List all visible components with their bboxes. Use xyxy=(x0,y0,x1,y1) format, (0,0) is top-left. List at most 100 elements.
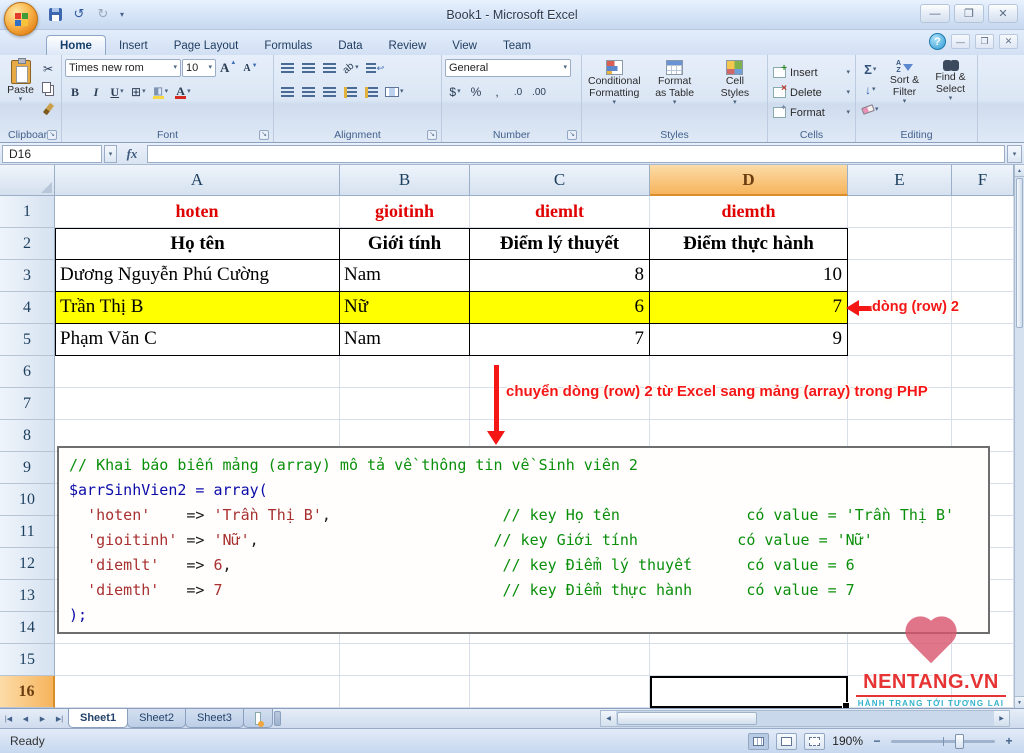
help-icon[interactable]: ? xyxy=(929,33,946,50)
format-as-table-button[interactable]: Format as Table ▾ xyxy=(646,57,704,128)
number-dialog-launcher[interactable]: ↘ xyxy=(567,130,577,140)
column-header-D[interactable]: D xyxy=(650,165,848,196)
cell-B2[interactable]: Giới tính xyxy=(340,228,470,260)
zoom-out-button[interactable]: − xyxy=(870,734,884,748)
close-button[interactable]: ✕ xyxy=(988,4,1018,23)
increase-indent-button[interactable] xyxy=(361,83,381,102)
insert-cells-button[interactable]: Insert▾ xyxy=(771,63,852,82)
cell-C4[interactable]: 6 xyxy=(470,292,650,324)
cell-A6[interactable] xyxy=(55,356,340,388)
row-header-10[interactable]: 10 xyxy=(0,484,55,516)
cell-E3[interactable] xyxy=(848,260,952,292)
cell-C16[interactable] xyxy=(470,676,650,708)
cell-D3[interactable]: 10 xyxy=(650,260,848,292)
sheet-tab-sheet1[interactable]: Sheet1 xyxy=(68,709,128,728)
row-header-2[interactable]: 2 xyxy=(0,228,55,260)
row-header-12[interactable]: 12 xyxy=(0,548,55,580)
sheet-tab-sheet2[interactable]: Sheet2 xyxy=(127,709,186,728)
conditional-formatting-button[interactable]: Conditional Formatting ▾ xyxy=(585,57,644,128)
formula-bar-expand-button[interactable]: ▾ xyxy=(1007,145,1022,163)
row-header-15[interactable]: 15 xyxy=(0,644,55,676)
select-all-corner[interactable] xyxy=(0,165,55,196)
cut-button[interactable]: ✂ xyxy=(38,59,58,78)
cell-E5[interactable] xyxy=(848,324,952,356)
align-top-button[interactable] xyxy=(277,59,297,78)
row-header-9[interactable]: 9 xyxy=(0,452,55,484)
name-box-dropdown[interactable]: ▾ xyxy=(104,145,117,163)
cell-F6[interactable] xyxy=(952,356,1014,388)
column-header-F[interactable]: F xyxy=(952,165,1014,196)
bold-button[interactable]: B xyxy=(65,83,85,102)
underline-button[interactable]: U▾ xyxy=(107,83,127,102)
next-sheet-icon[interactable]: ▶ xyxy=(34,709,51,728)
number-format-select[interactable]: General▾ xyxy=(445,59,571,77)
align-middle-button[interactable] xyxy=(298,59,318,78)
cell-styles-button[interactable]: Cell Styles ▾ xyxy=(706,57,764,128)
cell-A15[interactable] xyxy=(55,644,340,676)
page-break-view-button[interactable] xyxy=(804,733,825,750)
format-cells-button[interactable]: Format▾ xyxy=(771,103,852,122)
cell-A16[interactable] xyxy=(55,676,340,708)
align-bottom-button[interactable] xyxy=(319,59,339,78)
tab-home[interactable]: Home xyxy=(46,35,106,55)
row-header-1[interactable]: 1 xyxy=(0,196,55,228)
row-header-14[interactable]: 14 xyxy=(0,612,55,644)
font-dialog-launcher[interactable]: ↘ xyxy=(259,130,269,140)
merge-center-button[interactable]: ▾ xyxy=(382,83,407,102)
previous-sheet-icon[interactable]: ◀ xyxy=(17,709,34,728)
formula-input[interactable] xyxy=(147,145,1005,163)
cell-D2[interactable]: Điểm thực hành xyxy=(650,228,848,260)
cell-A2[interactable]: Họ tên xyxy=(55,228,340,260)
scroll-up-icon[interactable]: ▲ xyxy=(1015,165,1024,177)
row-header-6[interactable]: 6 xyxy=(0,356,55,388)
autosum-button[interactable]: Σ▾ xyxy=(859,60,882,79)
clear-button[interactable]: ▾ xyxy=(859,100,882,119)
comma-format-button[interactable]: , xyxy=(487,83,507,102)
align-left-button[interactable] xyxy=(277,83,297,102)
office-button[interactable] xyxy=(4,2,38,36)
tab-insert[interactable]: Insert xyxy=(106,36,161,55)
cell-A7[interactable] xyxy=(55,388,340,420)
row-header-7[interactable]: 7 xyxy=(0,388,55,420)
row-header-13[interactable]: 13 xyxy=(0,580,55,612)
selected-cell-outline-D16[interactable] xyxy=(650,676,848,708)
cell-B7[interactable] xyxy=(340,388,470,420)
cell-A1[interactable]: hoten xyxy=(55,196,340,228)
last-sheet-icon[interactable]: ▶| xyxy=(51,709,68,728)
font-name-select[interactable]: Times new rom▾ xyxy=(65,59,181,77)
row-header-8[interactable]: 8 xyxy=(0,420,55,452)
cell-B5[interactable]: Nam xyxy=(340,324,470,356)
sheet-tab-sheet3[interactable]: Sheet3 xyxy=(185,709,244,728)
column-header-B[interactable]: B xyxy=(340,165,470,196)
tab-view[interactable]: View xyxy=(439,36,490,55)
cell-B15[interactable] xyxy=(340,644,470,676)
row-header-16[interactable]: 16 xyxy=(0,676,55,708)
align-right-button[interactable] xyxy=(319,83,339,102)
row-header-4[interactable]: 4 xyxy=(0,292,55,324)
cell-F4[interactable] xyxy=(952,292,1014,324)
cell-D15[interactable] xyxy=(650,644,848,676)
find-select-button[interactable]: Find & Select ▾ xyxy=(928,57,974,128)
zoom-in-button[interactable]: + xyxy=(1002,734,1016,748)
align-center-button[interactable] xyxy=(298,83,318,102)
zoom-slider[interactable] xyxy=(891,740,995,743)
workbook-close-button[interactable]: ✕ xyxy=(999,34,1018,49)
fill-button[interactable]: ↓▾ xyxy=(859,80,882,99)
page-layout-view-button[interactable] xyxy=(776,733,797,750)
maximize-button[interactable]: ❐ xyxy=(954,4,984,23)
cell-F5[interactable] xyxy=(952,324,1014,356)
cell-E1[interactable] xyxy=(848,196,952,228)
cell-D5[interactable]: 9 xyxy=(650,324,848,356)
normal-view-button[interactable] xyxy=(748,733,769,750)
wrap-text-button[interactable]: ↩ xyxy=(363,59,388,78)
cell-A5[interactable]: Phạm Văn C xyxy=(55,324,340,356)
column-header-C[interactable]: C xyxy=(470,165,650,196)
workbook-restore-button[interactable]: ❐ xyxy=(975,34,994,49)
italic-button[interactable]: I xyxy=(86,83,106,102)
first-sheet-icon[interactable]: |◀ xyxy=(0,709,17,728)
font-color-button[interactable]: A▾ xyxy=(172,83,194,102)
column-header-A[interactable]: A xyxy=(55,165,340,196)
cell-B4[interactable]: Nữ xyxy=(340,292,470,324)
sort-filter-button[interactable]: AZ Sort & Filter ▾ xyxy=(882,57,928,128)
cell-F3[interactable] xyxy=(952,260,1014,292)
